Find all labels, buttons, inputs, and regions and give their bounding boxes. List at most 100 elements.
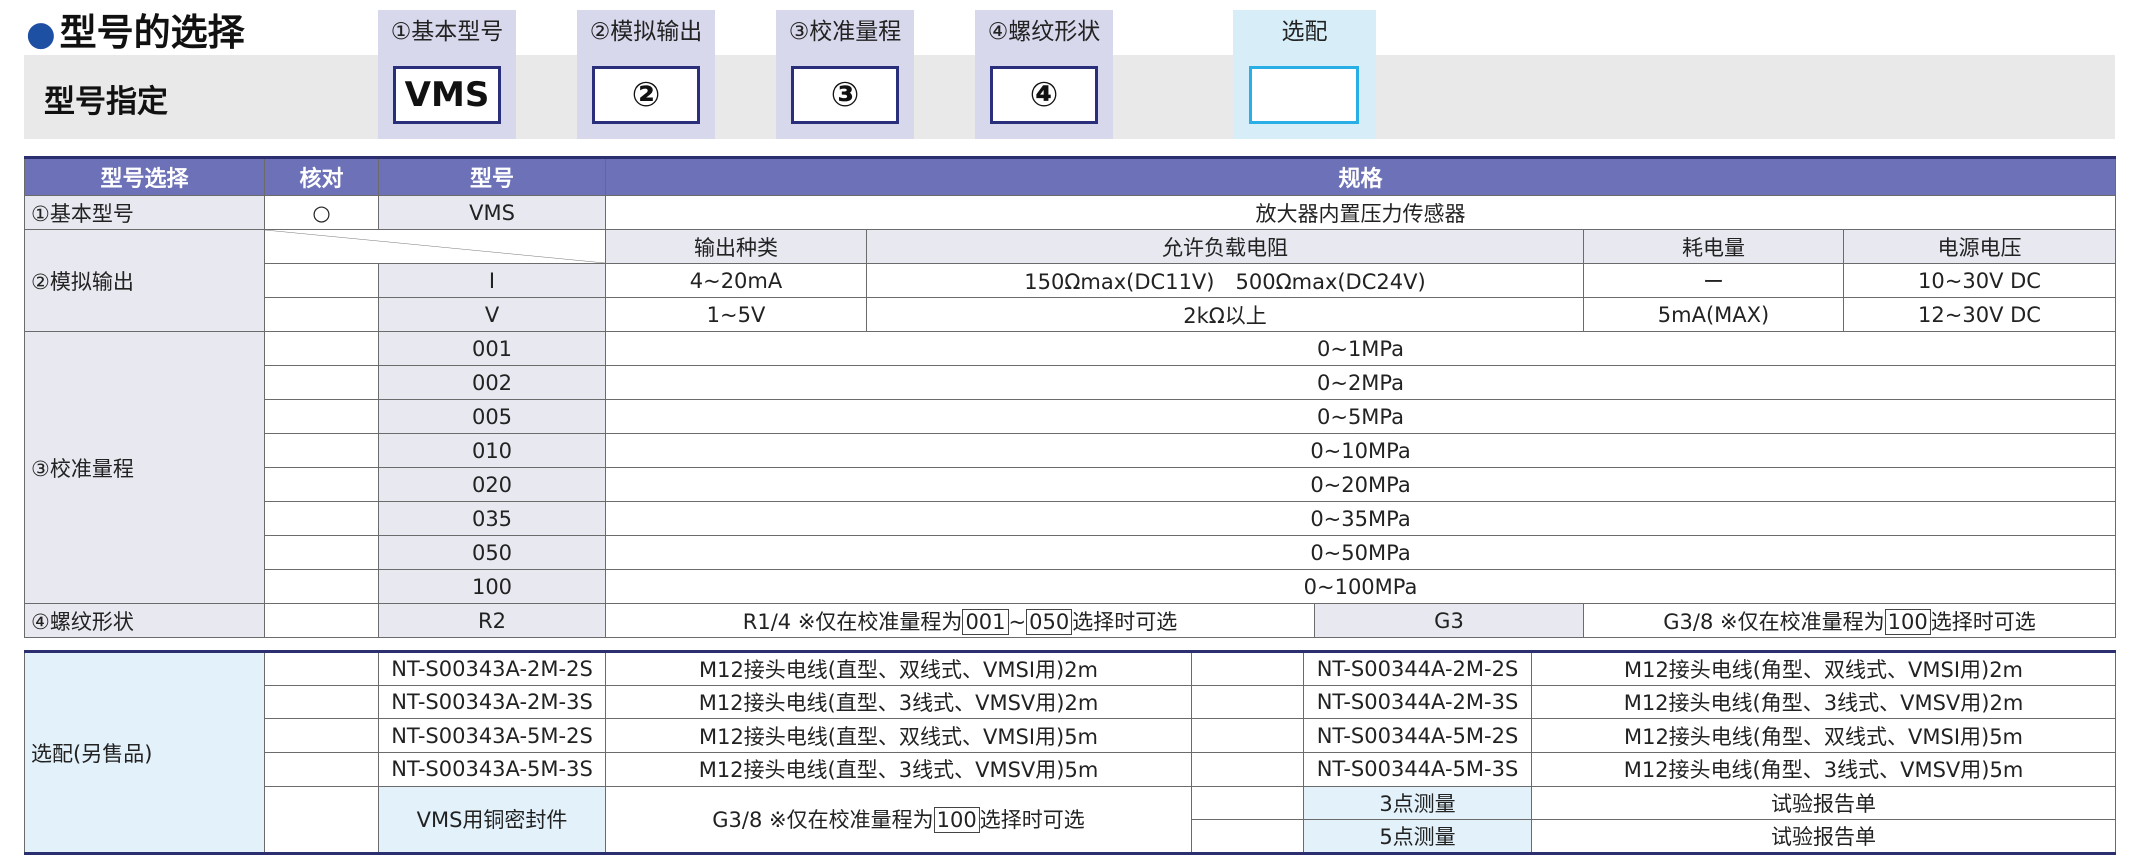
- header-selection: 型号选择: [24, 157, 265, 196]
- range-code-box: 100: [1884, 608, 1931, 635]
- check-cell[interactable]: [1191, 684, 1304, 720]
- load-resistance: 2kΩ以上: [866, 297, 1584, 332]
- part-code: VMS用铜密封件: [378, 785, 606, 855]
- spec-box-basic[interactable]: VMS: [393, 66, 501, 124]
- supply-voltage: 10~30V DC: [1842, 263, 2117, 298]
- part-desc: 试验报告单: [1531, 785, 2116, 821]
- header-spec: 规格: [604, 157, 2117, 196]
- check-mark[interactable]: ○: [264, 195, 379, 230]
- subheader-voltage: 电源电压: [1842, 229, 2117, 264]
- thread-g-spec: G3/8 ※仅在校准量程为 100 选择时可选: [1582, 603, 2117, 638]
- model-code: G3: [1314, 603, 1584, 638]
- range-spec: 0~5MPa: [604, 399, 2117, 434]
- row-label-options: 选配(另售品): [24, 650, 265, 855]
- range-code-box: 100: [933, 807, 980, 834]
- model-code: R2: [378, 603, 606, 638]
- supply-voltage: 12~30V DC: [1842, 297, 2117, 332]
- output-type: 4~20mA: [605, 263, 867, 298]
- row-label-thread: ④螺纹形状: [24, 603, 265, 638]
- part-code: NT-S00344A-5M-2S: [1303, 718, 1532, 754]
- spec-column-analog: ②模拟输出 ②: [577, 10, 715, 139]
- range-spec: 0~100MPa: [604, 569, 2117, 604]
- check-cell[interactable]: [264, 467, 379, 502]
- part-code: 5点测量: [1303, 819, 1532, 855]
- check-cell[interactable]: [264, 603, 379, 638]
- part-desc: M12接头电线(直型、3线式、VMSV用)5m: [605, 752, 1192, 787]
- output-type: 1~5V: [605, 297, 867, 332]
- part-desc: G3/8 ※仅在校准量程为 100 选择时可选: [605, 785, 1192, 855]
- row-label-basic: ①基本型号: [24, 195, 265, 230]
- check-cell[interactable]: [1191, 752, 1304, 787]
- spec-box-analog[interactable]: ②: [592, 66, 700, 124]
- part-code: NT-S00344A-5M-3S: [1303, 752, 1532, 787]
- check-cell[interactable]: [264, 501, 379, 536]
- range-spec: 0~20MPa: [604, 467, 2117, 502]
- range-code-box: 001: [962, 608, 1009, 635]
- model-code: 002: [378, 365, 606, 400]
- power-consumption: 5mA(MAX): [1583, 297, 1844, 332]
- range-spec: 0~35MPa: [604, 501, 2117, 536]
- bullet-icon: ●: [26, 14, 56, 54]
- spec-column-header: ③校准量程: [788, 19, 902, 45]
- check-cell[interactable]: [264, 263, 379, 298]
- check-cell[interactable]: [264, 535, 379, 570]
- model-code: 010: [378, 433, 606, 468]
- check-cell[interactable]: [1191, 718, 1304, 754]
- spec-column-header: 选配: [1281, 19, 1328, 45]
- part-code: NT-S00343A-5M-3S: [378, 752, 606, 787]
- spec-box-thread[interactable]: ④: [990, 66, 1098, 124]
- model-code: 035: [378, 501, 606, 536]
- check-cell[interactable]: [264, 651, 379, 686]
- part-code: NT-S00344A-2M-2S: [1303, 651, 1532, 686]
- spec-column-thread: ④螺纹形状 ④: [975, 10, 1113, 139]
- part-desc: 试验报告单: [1531, 819, 2116, 855]
- check-cell[interactable]: [1191, 785, 1304, 821]
- diagonal-header-cell: [264, 229, 606, 264]
- load-resistance: 150Ωmax(DC11V) 500Ωmax(DC24V): [866, 263, 1584, 298]
- options-table: 选配(另售品) NT-S00343A-2M-2S M12接头电线(直型、双线式、…: [24, 650, 2116, 856]
- part-desc: M12接头电线(角型、双线式、VMSI用)5m: [1531, 718, 2116, 754]
- power-consumption: ー: [1583, 263, 1844, 298]
- check-cell[interactable]: [264, 684, 379, 720]
- check-cell[interactable]: [264, 752, 379, 787]
- check-cell[interactable]: [1191, 819, 1304, 855]
- check-cell[interactable]: [264, 718, 379, 754]
- check-cell[interactable]: [264, 297, 379, 332]
- check-cell[interactable]: [264, 433, 379, 468]
- model-code: VMS: [378, 195, 606, 230]
- check-cell[interactable]: [1191, 651, 1304, 686]
- spec-box-range[interactable]: ③: [791, 66, 899, 124]
- check-cell[interactable]: [264, 365, 379, 400]
- range-spec: 0~10MPa: [604, 433, 2117, 468]
- spec-box-option[interactable]: [1249, 66, 1359, 124]
- check-cell[interactable]: [264, 569, 379, 604]
- spec-column-header: ④螺纹形状: [987, 19, 1101, 45]
- range-spec: 0~1MPa: [604, 331, 2117, 366]
- model-code: I: [378, 263, 606, 298]
- model-selection-table: 型号选择 核对 型号 规格 ①基本型号 ○ VMS 放大器内置压力传感器 ②模拟…: [24, 156, 2117, 638]
- part-code: NT-S00344A-2M-3S: [1303, 684, 1532, 720]
- model-code: 050: [378, 535, 606, 570]
- row-label-range: ③校准量程: [24, 331, 265, 604]
- part-desc: M12接头电线(直型、双线式、VMSI用)2m: [605, 651, 1192, 686]
- spec-column-basic: ①基本型号 VMS: [378, 10, 516, 139]
- part-desc: M12接头电线(角型、3线式、VMSV用)5m: [1531, 752, 2116, 787]
- spec-column-range: ③校准量程 ③: [776, 10, 914, 139]
- row-label-analog: ②模拟输出: [24, 229, 265, 332]
- part-code: NT-S00343A-2M-3S: [378, 684, 606, 720]
- part-code: NT-S00343A-5M-2S: [378, 718, 606, 754]
- thread-r-spec: R1/4 ※仅在校准量程为 001 ~050 选择时可选: [605, 603, 1315, 638]
- subheader-load: 允许负载电阻: [866, 229, 1584, 264]
- part-code: NT-S00343A-2M-2S: [378, 651, 606, 686]
- range-spec: 0~2MPa: [604, 365, 2117, 400]
- designation-label: 型号指定: [44, 84, 168, 120]
- part-desc: M12接头电线(角型、3线式、VMSV用)2m: [1531, 684, 2116, 720]
- spec-column-option: 选配: [1233, 10, 1376, 139]
- check-cell[interactable]: [264, 399, 379, 434]
- check-cell[interactable]: [264, 331, 379, 366]
- range-code-box: 050: [1026, 608, 1073, 635]
- range-spec: 0~50MPa: [604, 535, 2117, 570]
- header-model: 型号: [378, 157, 606, 196]
- check-cell[interactable]: [264, 785, 379, 855]
- subheader-power: 耗电量: [1583, 229, 1844, 264]
